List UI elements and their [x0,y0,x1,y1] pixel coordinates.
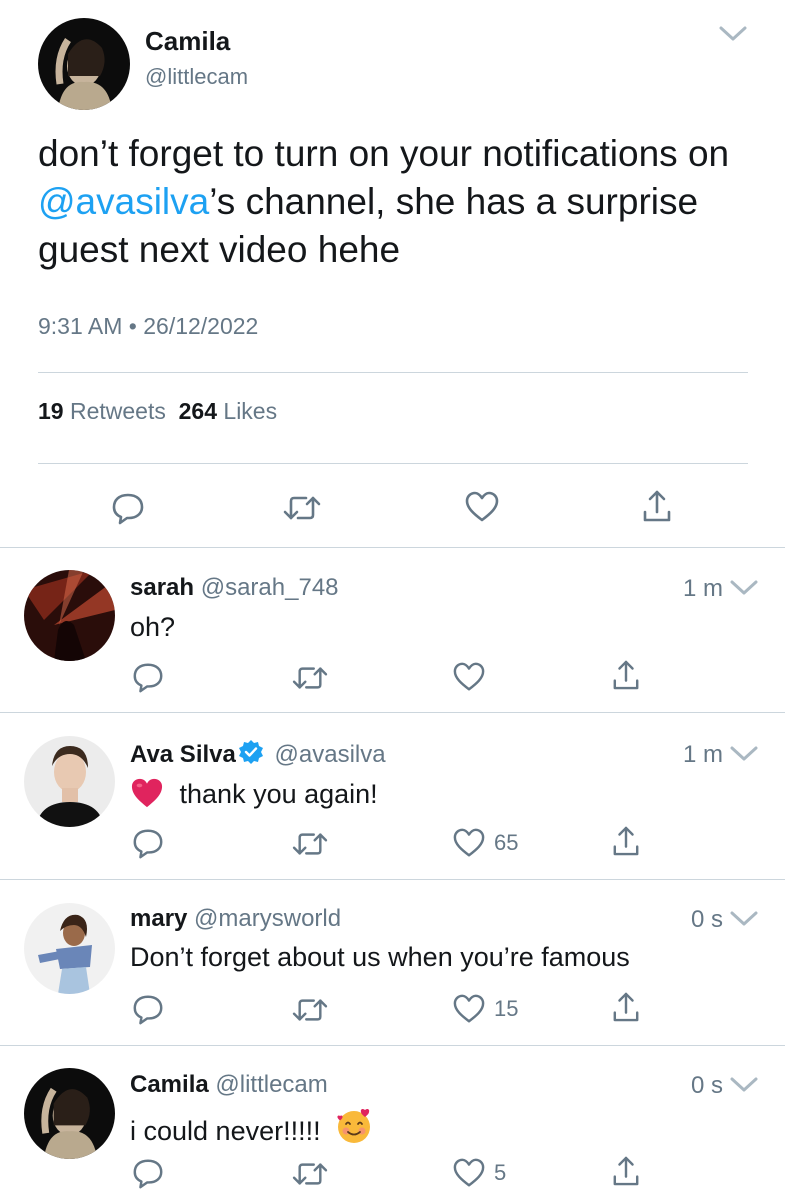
retweets-stat[interactable]: 19 Retweets [38,398,166,424]
avatar[interactable] [24,1068,115,1159]
reply-header: sarah @sarah_748 [130,574,339,602]
reply-icon[interactable] [131,660,165,694]
author-handle[interactable]: @littlecam [215,1071,327,1098]
like-count: 5 [494,1160,507,1185]
avatar[interactable] [24,903,115,994]
divider [0,547,785,548]
tweet-date: 26/12/2022 [143,313,259,339]
author-handle[interactable]: @sarah_748 [201,574,339,601]
retweet-icon[interactable] [291,1159,329,1189]
share-icon[interactable] [642,488,672,524]
share-icon[interactable] [612,1154,640,1188]
tweet-time: 9:31 AM [38,313,123,339]
author-name[interactable]: mary [130,905,187,932]
reply-text: thank you again! [130,777,378,816]
reply-header: Ava Silva @avasilva [130,739,386,772]
retweets-label: Retweets [69,398,166,424]
divider [0,879,785,880]
reply-icon[interactable] [131,826,165,860]
like-count: 65 [494,830,519,855]
reply-text: i could never!!!!! [130,1106,374,1153]
tweet-text: don’t forget to turn on your notificatio… [38,130,758,274]
divider [38,463,748,464]
likes-label: Likes [223,398,278,424]
reply-header: Camila @littlecam [130,1071,328,1099]
retweets-count: 19 [38,398,64,424]
share-icon[interactable] [612,824,640,858]
like-icon[interactable] [464,490,500,524]
author-name[interactable]: Camila [130,1071,209,1098]
chevron-down-icon[interactable] [718,24,748,44]
reply-text-content: i could never!!!!! [130,1116,321,1146]
divider [38,372,748,373]
author-handle[interactable]: @marysworld [194,905,341,932]
smiling-face-with-hearts-emoji-icon [334,1106,374,1153]
like-icon[interactable] [452,661,486,693]
reply-time: 0 s [690,1072,723,1099]
mention-link[interactable]: @avasilva [38,181,209,222]
separator: • [128,313,137,339]
reply-icon[interactable] [131,992,165,1026]
author-name[interactable]: sarah [130,574,194,601]
reply-text: oh? [130,612,176,642]
verified-badge-icon [238,739,264,772]
avatar[interactable] [38,18,130,110]
share-icon[interactable] [612,990,640,1024]
engagement-stats: 19 Retweets 264 Likes [38,398,277,425]
retweet-icon[interactable] [291,995,329,1025]
reply-time: 0 s [690,906,723,933]
chevron-down-icon[interactable] [729,1075,759,1095]
divider [0,712,785,713]
like-icon[interactable] [452,827,486,859]
avatar[interactable] [24,736,115,827]
avatar[interactable] [24,570,115,661]
author-handle[interactable]: @littlecam [145,64,248,90]
chevron-down-icon[interactable] [729,578,759,598]
likes-count: 264 [178,398,218,424]
reply-text: Don’t forget about us when you’re famous [130,942,630,972]
like-icon[interactable] [452,993,486,1025]
author-name[interactable]: Ava Silva [130,741,236,768]
reply-text-content: thank you again! [179,779,378,809]
like-count: 15 [494,996,519,1021]
retweet-icon[interactable] [291,829,329,859]
author-name[interactable]: Camila [145,26,230,57]
reply-icon[interactable] [131,1156,165,1190]
chevron-down-icon[interactable] [729,744,759,764]
chevron-down-icon[interactable] [729,909,759,929]
share-icon[interactable] [612,658,640,692]
reply-icon[interactable] [110,490,146,526]
reply-header: mary @marysworld [130,905,341,933]
heart-emoji-icon [130,777,164,816]
retweet-icon[interactable] [282,492,322,524]
like-icon[interactable] [452,1157,486,1189]
tweet-text-part: don’t forget to turn on your notificatio… [38,133,730,174]
reply-time: 1 m [682,741,723,768]
likes-stat[interactable]: 264 Likes [179,398,277,424]
reply-time: 1 m [682,575,723,602]
retweet-icon[interactable] [291,663,329,693]
author-handle[interactable]: @avasilva [275,741,386,768]
timestamp[interactable]: 9:31 AM • 26/12/2022 [38,313,258,340]
divider [0,1045,785,1046]
